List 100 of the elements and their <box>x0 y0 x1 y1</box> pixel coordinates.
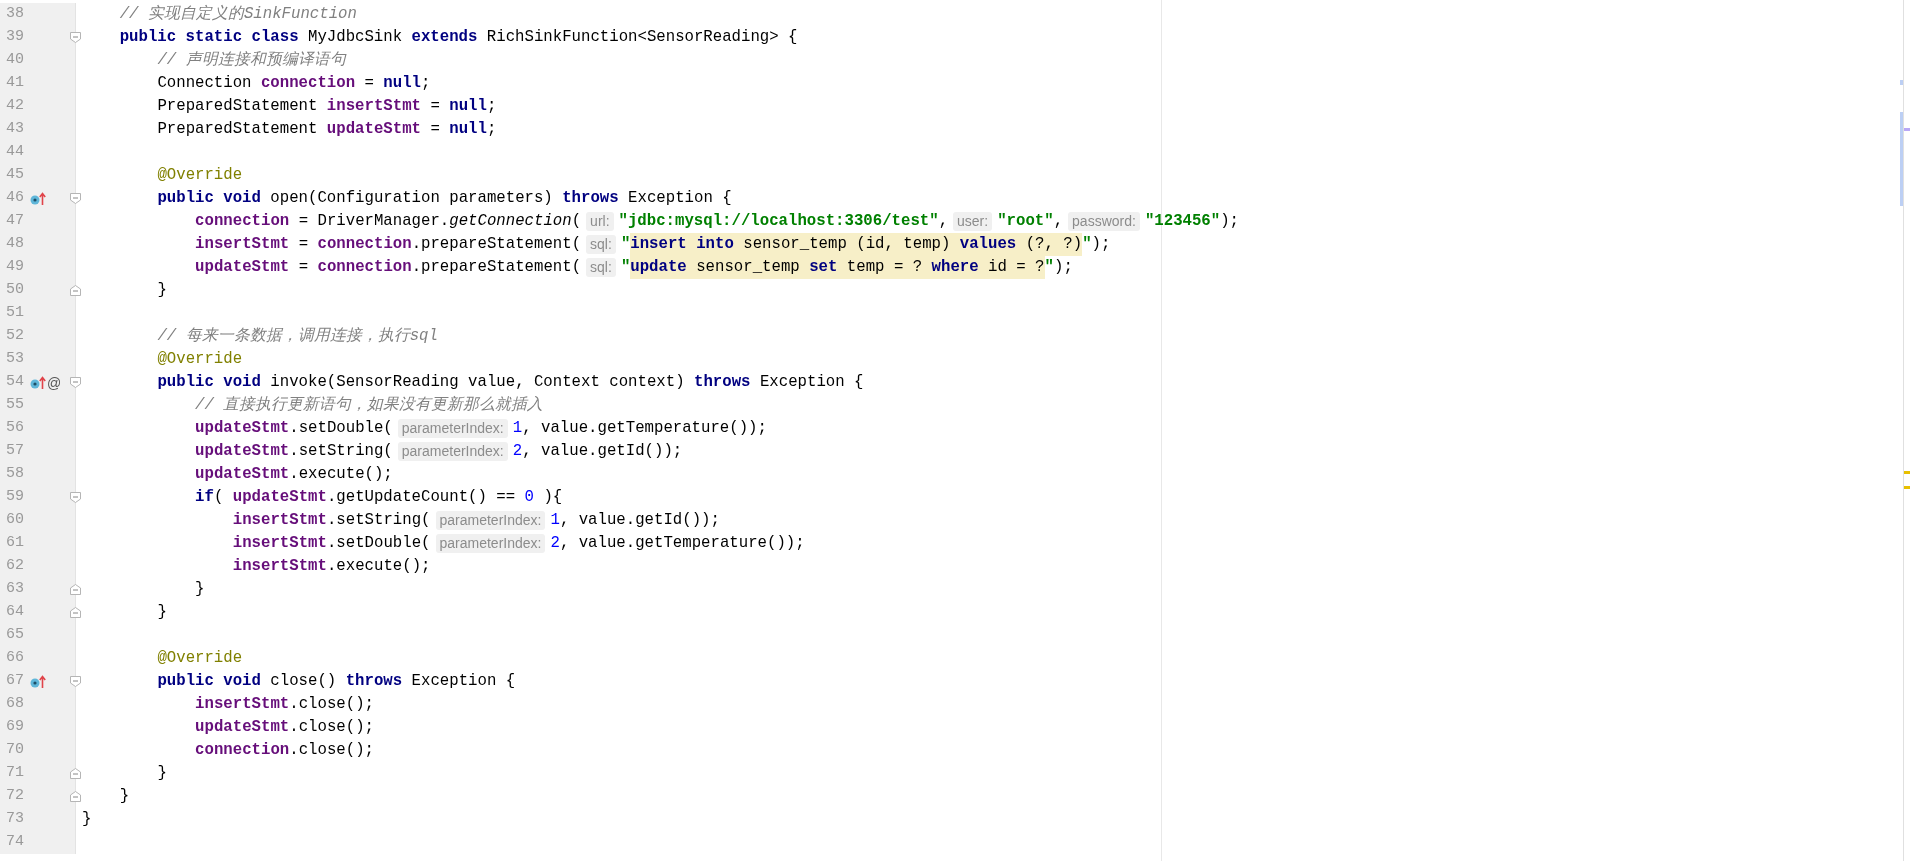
line-number: 73 <box>5 809 25 830</box>
line-number: 67 <box>5 671 25 692</box>
code-line: } <box>195 579 205 600</box>
code-text: " <box>620 234 631 255</box>
line-number: 40 <box>5 50 25 71</box>
fold-icon[interactable] <box>70 377 81 388</box>
code-text: "root", <box>997 211 1064 232</box>
line-number: 44 <box>5 142 25 163</box>
parameter-hint: sql: <box>586 235 616 254</box>
line-number: 38 <box>5 4 25 25</box>
scroll-marker <box>1904 471 1910 474</box>
code-line: // 声明连接和预编译语句 <box>157 50 346 71</box>
fold-icon[interactable] <box>70 584 81 595</box>
code-text: "jdbc:mysql://localhost:3306/test", <box>618 211 949 232</box>
code-line: public static class MyJdbcSink extends RichSinkFunction<SensorReading> { <box>119 27 798 48</box>
parameter-hint: url: <box>586 212 614 231</box>
change-marker <box>1900 80 1903 85</box>
code-text: insertStmt.setDouble( <box>232 533 431 554</box>
parameter-hint: user: <box>953 212 993 231</box>
scroll-marker <box>1904 486 1910 489</box>
code-line: if( updateStmt.getUpdateCount() == 0 ){ <box>195 487 563 508</box>
code-line: @Override <box>157 648 243 669</box>
code-line: public void invoke(SensorReading value, Context context) throws Exception { <box>157 372 864 393</box>
code-line: updateStmt.execute(); <box>195 464 393 485</box>
fold-icon[interactable] <box>70 193 81 204</box>
line-number: 69 <box>5 717 25 738</box>
code-line: } <box>82 809 92 830</box>
line-number: 60 <box>5 510 25 531</box>
sql-fragment: update sensor_temp set temp = ? where id = ? <box>630 256 1045 279</box>
code-line: insertStmt.close(); <box>195 694 374 715</box>
line-number: 66 <box>5 648 25 669</box>
code-line: @Override <box>157 349 243 370</box>
code-line: } <box>157 280 167 301</box>
override-icon[interactable] <box>30 674 46 689</box>
fold-icon[interactable] <box>70 607 81 618</box>
sql-fragment: insert into sensor_temp (id, temp) values (?, ?) <box>630 233 1083 256</box>
code-line: } <box>119 786 130 807</box>
line-number: 48 <box>5 234 25 255</box>
code-text: "); <box>1082 234 1111 255</box>
fold-icon[interactable] <box>70 32 81 43</box>
code-text: 1, value.getId()); <box>550 510 720 531</box>
override-icon[interactable] <box>30 375 46 390</box>
code-line: public void close() throws Exception { <box>157 671 516 692</box>
parameter-hint: parameterIndex: <box>435 534 546 553</box>
line-number: 46 <box>5 188 25 209</box>
line-number: 64 <box>5 602 25 623</box>
code-text: " <box>620 257 631 278</box>
code-text: insertStmt.setString( <box>232 510 431 531</box>
line-number: 43 <box>5 119 25 140</box>
scroll-marker <box>1904 128 1910 131</box>
parameter-hint: password: <box>1068 212 1140 231</box>
line-number: 51 <box>5 303 25 324</box>
line-number: 74 <box>5 832 25 853</box>
line-number: 55 <box>5 395 25 416</box>
code-text: updateStmt = connection.prepareStatement( <box>195 257 582 278</box>
code-line: PreparedStatement updateStmt = null; <box>157 119 497 140</box>
fold-icon[interactable] <box>70 285 81 296</box>
line-number: 49 <box>5 257 25 278</box>
line-number: 53 <box>5 349 25 370</box>
line-number: 72 <box>5 786 25 807</box>
line-number: 45 <box>5 165 25 186</box>
code-line: updateStmt.close(); <box>195 717 374 738</box>
code-line: insertStmt.execute(); <box>232 556 431 577</box>
fold-icon[interactable] <box>70 768 81 779</box>
line-number: 42 <box>5 96 25 117</box>
parameter-hint: parameterIndex: <box>435 511 546 530</box>
code-line: public void open(Configuration parameters) throws Exception { <box>157 188 732 209</box>
code-line: } <box>157 602 167 623</box>
code-line: connection.close(); <box>195 740 374 761</box>
code-text: 2, value.getTemperature()); <box>550 533 805 554</box>
line-number: 68 <box>5 694 25 715</box>
code-text: "); <box>1044 257 1073 278</box>
line-number: 52 <box>5 326 25 347</box>
override-icon[interactable] <box>30 191 46 206</box>
code-line: // 直接执行更新语句，如果没有更新那么就插入 <box>195 395 544 416</box>
line-number: 71 <box>5 763 25 784</box>
line-number: 47 <box>5 211 25 232</box>
code-text: insertStmt = connection.prepareStatement( <box>195 234 582 255</box>
code-text: 2, value.getId()); <box>512 441 683 462</box>
fold-icon[interactable] <box>70 791 81 802</box>
line-number: 59 <box>5 487 25 508</box>
parameter-hint: parameterIndex: <box>397 419 508 438</box>
line-number: 57 <box>5 441 25 462</box>
code-line: // 实现自定义的SinkFunction <box>119 4 357 25</box>
code-text: "123456"); <box>1144 211 1240 232</box>
line-number: 63 <box>5 579 25 600</box>
line-number: 56 <box>5 418 25 439</box>
line-number: 61 <box>5 533 25 554</box>
line-number: 50 <box>5 280 25 301</box>
line-number: 62 <box>5 556 25 577</box>
gutter-marker[interactable]: @ <box>47 375 62 390</box>
fold-icon[interactable] <box>70 676 81 687</box>
line-number: 65 <box>5 625 25 646</box>
fold-icon[interactable] <box>70 492 81 503</box>
code-text: connection = DriverManager.getConnection( <box>195 211 582 232</box>
parameter-hint: sql: <box>586 258 616 277</box>
code-line: @Override <box>157 165 243 186</box>
code-text: 1, value.getTemperature()); <box>512 418 767 439</box>
code-line: PreparedStatement insertStmt = null; <box>157 96 497 117</box>
line-number: 54 <box>5 372 25 393</box>
